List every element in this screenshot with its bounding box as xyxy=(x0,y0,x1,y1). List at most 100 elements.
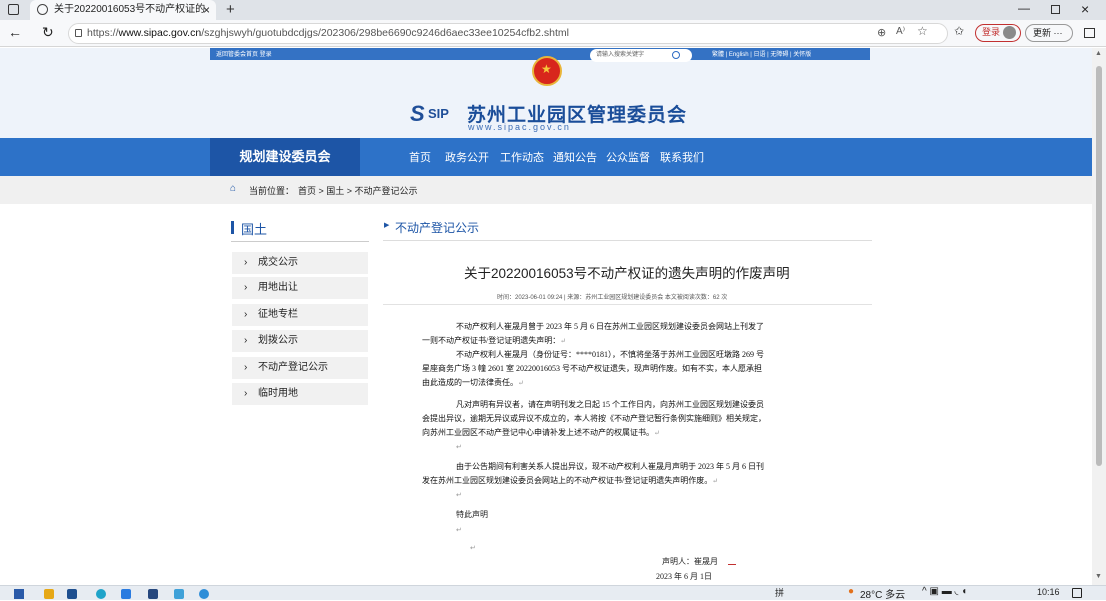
search-input[interactable]: 请输入搜索关键字 xyxy=(596,52,644,58)
language-links[interactable]: 繁體 | English | 日语 | 无障碍 | 关怀版 xyxy=(712,49,811,58)
url-prefix: https:// xyxy=(87,27,119,39)
web-page: 返回管委会首页 登录 请输入搜索关键字 繁體 | English | 日语 | … xyxy=(0,48,1092,585)
chevron-right-icon: › xyxy=(244,309,248,320)
nav-contact[interactable]: 联系我们 xyxy=(660,149,704,165)
nav-public-supervision[interactable]: 公众监督 xyxy=(606,149,650,165)
sidebar-item-temporary-land[interactable]: › 临时用地 xyxy=(232,383,368,405)
breadcrumb: ⌂ 当前位置： 首页 > 国土 > 不动产登记公示 xyxy=(0,176,1092,204)
section-rule xyxy=(383,240,872,241)
nav-gov-affairs[interactable]: 政务公开 xyxy=(445,149,489,165)
minimize-icon[interactable]: — xyxy=(1018,1,1030,15)
home-icon: ⌂ xyxy=(230,183,237,194)
search-box[interactable]: 请输入搜索关键字 xyxy=(590,49,692,62)
close-window-icon[interactable]: × xyxy=(1081,0,1089,19)
restore-icon[interactable] xyxy=(1051,5,1060,14)
chevron-right-icon: › xyxy=(244,282,248,293)
blank-line-mark: ↵ xyxy=(470,545,476,552)
site-url: www.sipac.gov.cn xyxy=(468,122,571,132)
article-paragraph-3: 凡对声明有异议者，请在声明刊发之日起 15 个工作日内，向苏州工业园区规划建设委… xyxy=(422,400,766,437)
sidebar-item-label: 划拨公示 xyxy=(258,335,298,346)
edge-icon[interactable] xyxy=(96,589,106,599)
sidebar-item-label: 成交公示 xyxy=(258,257,298,268)
close-tab-icon[interactable]: × xyxy=(203,0,210,20)
chevron-right-icon: › xyxy=(244,257,248,268)
address-bar-row: ← ↻ https://www.sipac.gov.cn/szghjswyh/g… xyxy=(0,20,1106,47)
sidebar-heading: 国土 xyxy=(241,222,268,237)
sidebar-item-allocation[interactable]: › 划拨公示 xyxy=(232,330,368,352)
scroll-up-icon[interactable]: ▲ xyxy=(1095,50,1102,57)
favorite-star-icon[interactable]: ☆ xyxy=(917,24,928,38)
site-header: 返回管委会首页 登录 请输入搜索关键字 繁體 | English | 日语 | … xyxy=(0,48,1092,138)
app-icon[interactable] xyxy=(148,589,158,599)
app-icon[interactable] xyxy=(174,589,184,599)
sidebar-toggle-icon[interactable] xyxy=(1084,28,1095,38)
blank-line-mark: ↵ xyxy=(456,492,462,499)
refresh-icon[interactable]: ↻ xyxy=(42,24,54,41)
browser-tab[interactable]: 关于20220016053号不动产权证的 × xyxy=(30,0,216,20)
workspaces-icon[interactable] xyxy=(8,4,19,15)
signature-line: 声明人：崔晟月 xyxy=(662,557,718,566)
ime-indicator[interactable]: 拼 xyxy=(775,586,784,599)
taskbar: 拼 ● 28°C 多云 ^ ▣ ▬ ◟ ◖ 10:16 xyxy=(0,585,1106,601)
tray-icons[interactable]: ^ ▣ ▬ ◟ ◖ xyxy=(922,586,967,597)
article-meta-rule xyxy=(383,304,872,305)
sidebar-heading-bar xyxy=(231,221,234,234)
article-paragraph-2: 不动产权利人崔晟月（身份证号：****0181），不慎将坐落于苏州工业园区旺墩路… xyxy=(422,350,764,387)
sidebar-item-real-estate-registration[interactable]: › 不动产登记公示 xyxy=(232,357,368,379)
favorites-icon[interactable]: ✩ xyxy=(954,24,964,38)
blank-line-mark: ↵ xyxy=(456,444,462,451)
windows-start-icon[interactable] xyxy=(14,589,24,599)
login-label: 登录 xyxy=(982,27,1001,37)
weather-icon: ● xyxy=(848,586,855,597)
declaration-date: 2023 年 6 月 1日 xyxy=(656,572,712,581)
scroll-down-icon[interactable]: ▼ xyxy=(1095,573,1102,580)
article-meta: 时间：2023-06-01 09:24 | 来源：苏州工业园区规划建设委员会 本… xyxy=(497,295,728,301)
article-title: 关于20220016053号不动产权证的遗失声明的作废声明 xyxy=(464,266,790,281)
breadcrumb-label: 当前位置： xyxy=(249,186,295,196)
dept-title: 规划建设委员会 xyxy=(210,138,360,176)
article-paragraph-1: 不动产权利人崔晟月曾于 2023 年 5 月 6 日在苏州工业园区规划建设委员会… xyxy=(422,322,764,345)
url-host: www.sipac.gov.cn xyxy=(118,27,202,39)
sidebar-item-label: 临时用地 xyxy=(258,388,298,399)
sidebar-item-land-transfer[interactable]: › 用地出让 xyxy=(232,277,368,299)
weather-text[interactable]: 28°C 多云 xyxy=(860,586,905,601)
url-field[interactable]: https://www.sipac.gov.cn/szghjswyh/guotu… xyxy=(68,23,948,44)
update-label: 更新 xyxy=(1033,28,1052,38)
url-path: /szghjswyh/guotubdcdjgs/202306/298be6690… xyxy=(201,27,569,39)
login-button[interactable]: 登录 xyxy=(975,24,1021,42)
breadcrumb-path[interactable]: 首页 > 国土 > 不动产登记公示 xyxy=(298,184,418,197)
top-links[interactable]: 返回管委会首页 登录 xyxy=(216,49,272,58)
zoom-icon[interactable]: ⊕ xyxy=(877,26,886,39)
nav-home[interactable]: 首页 xyxy=(409,149,431,165)
nav-notices[interactable]: 通知公告 xyxy=(553,149,597,165)
app-icon[interactable] xyxy=(67,589,77,599)
sidebar-item-land-acquisition[interactable]: › 征地专栏 xyxy=(232,304,368,326)
scrollbar-thumb[interactable] xyxy=(1096,66,1102,466)
blank-line-mark: ↵ xyxy=(456,527,462,534)
chevron-right-icon: › xyxy=(244,388,248,399)
logo-sip-text: SIP xyxy=(428,106,449,121)
section-title: 不动产登记公示 xyxy=(395,221,480,235)
sidebar-heading-rule xyxy=(231,241,369,242)
clock[interactable]: 10:16 xyxy=(1037,587,1060,597)
file-explorer-icon[interactable] xyxy=(44,589,54,599)
sidebar-item-label: 征地专栏 xyxy=(258,309,298,320)
tab-title: 关于20220016053号不动产权证的 xyxy=(54,4,206,15)
national-emblem-icon: ★ xyxy=(532,56,562,86)
nav-work-news[interactable]: 工作动态 xyxy=(500,149,544,165)
read-aloud-icon[interactable]: A⁾ xyxy=(896,26,905,37)
globe-icon xyxy=(37,4,48,15)
closing-statement: 特此声明 xyxy=(456,510,488,519)
scrollbar[interactable]: ▲ ▼ xyxy=(1092,48,1106,585)
main-nav xyxy=(0,138,1092,176)
mail-icon[interactable] xyxy=(121,589,131,599)
sidebar-item-deals[interactable]: › 成交公示 xyxy=(232,252,368,274)
new-tab-icon[interactable]: + xyxy=(226,0,235,19)
browser-icon[interactable] xyxy=(199,589,209,599)
search-icon[interactable] xyxy=(672,51,680,59)
sip-logo-icon: S xyxy=(410,101,425,126)
notification-icon[interactable] xyxy=(1072,588,1082,598)
update-button[interactable]: 更新 ··· xyxy=(1025,24,1073,42)
avatar xyxy=(1003,26,1016,39)
back-icon[interactable]: ← xyxy=(8,24,22,40)
